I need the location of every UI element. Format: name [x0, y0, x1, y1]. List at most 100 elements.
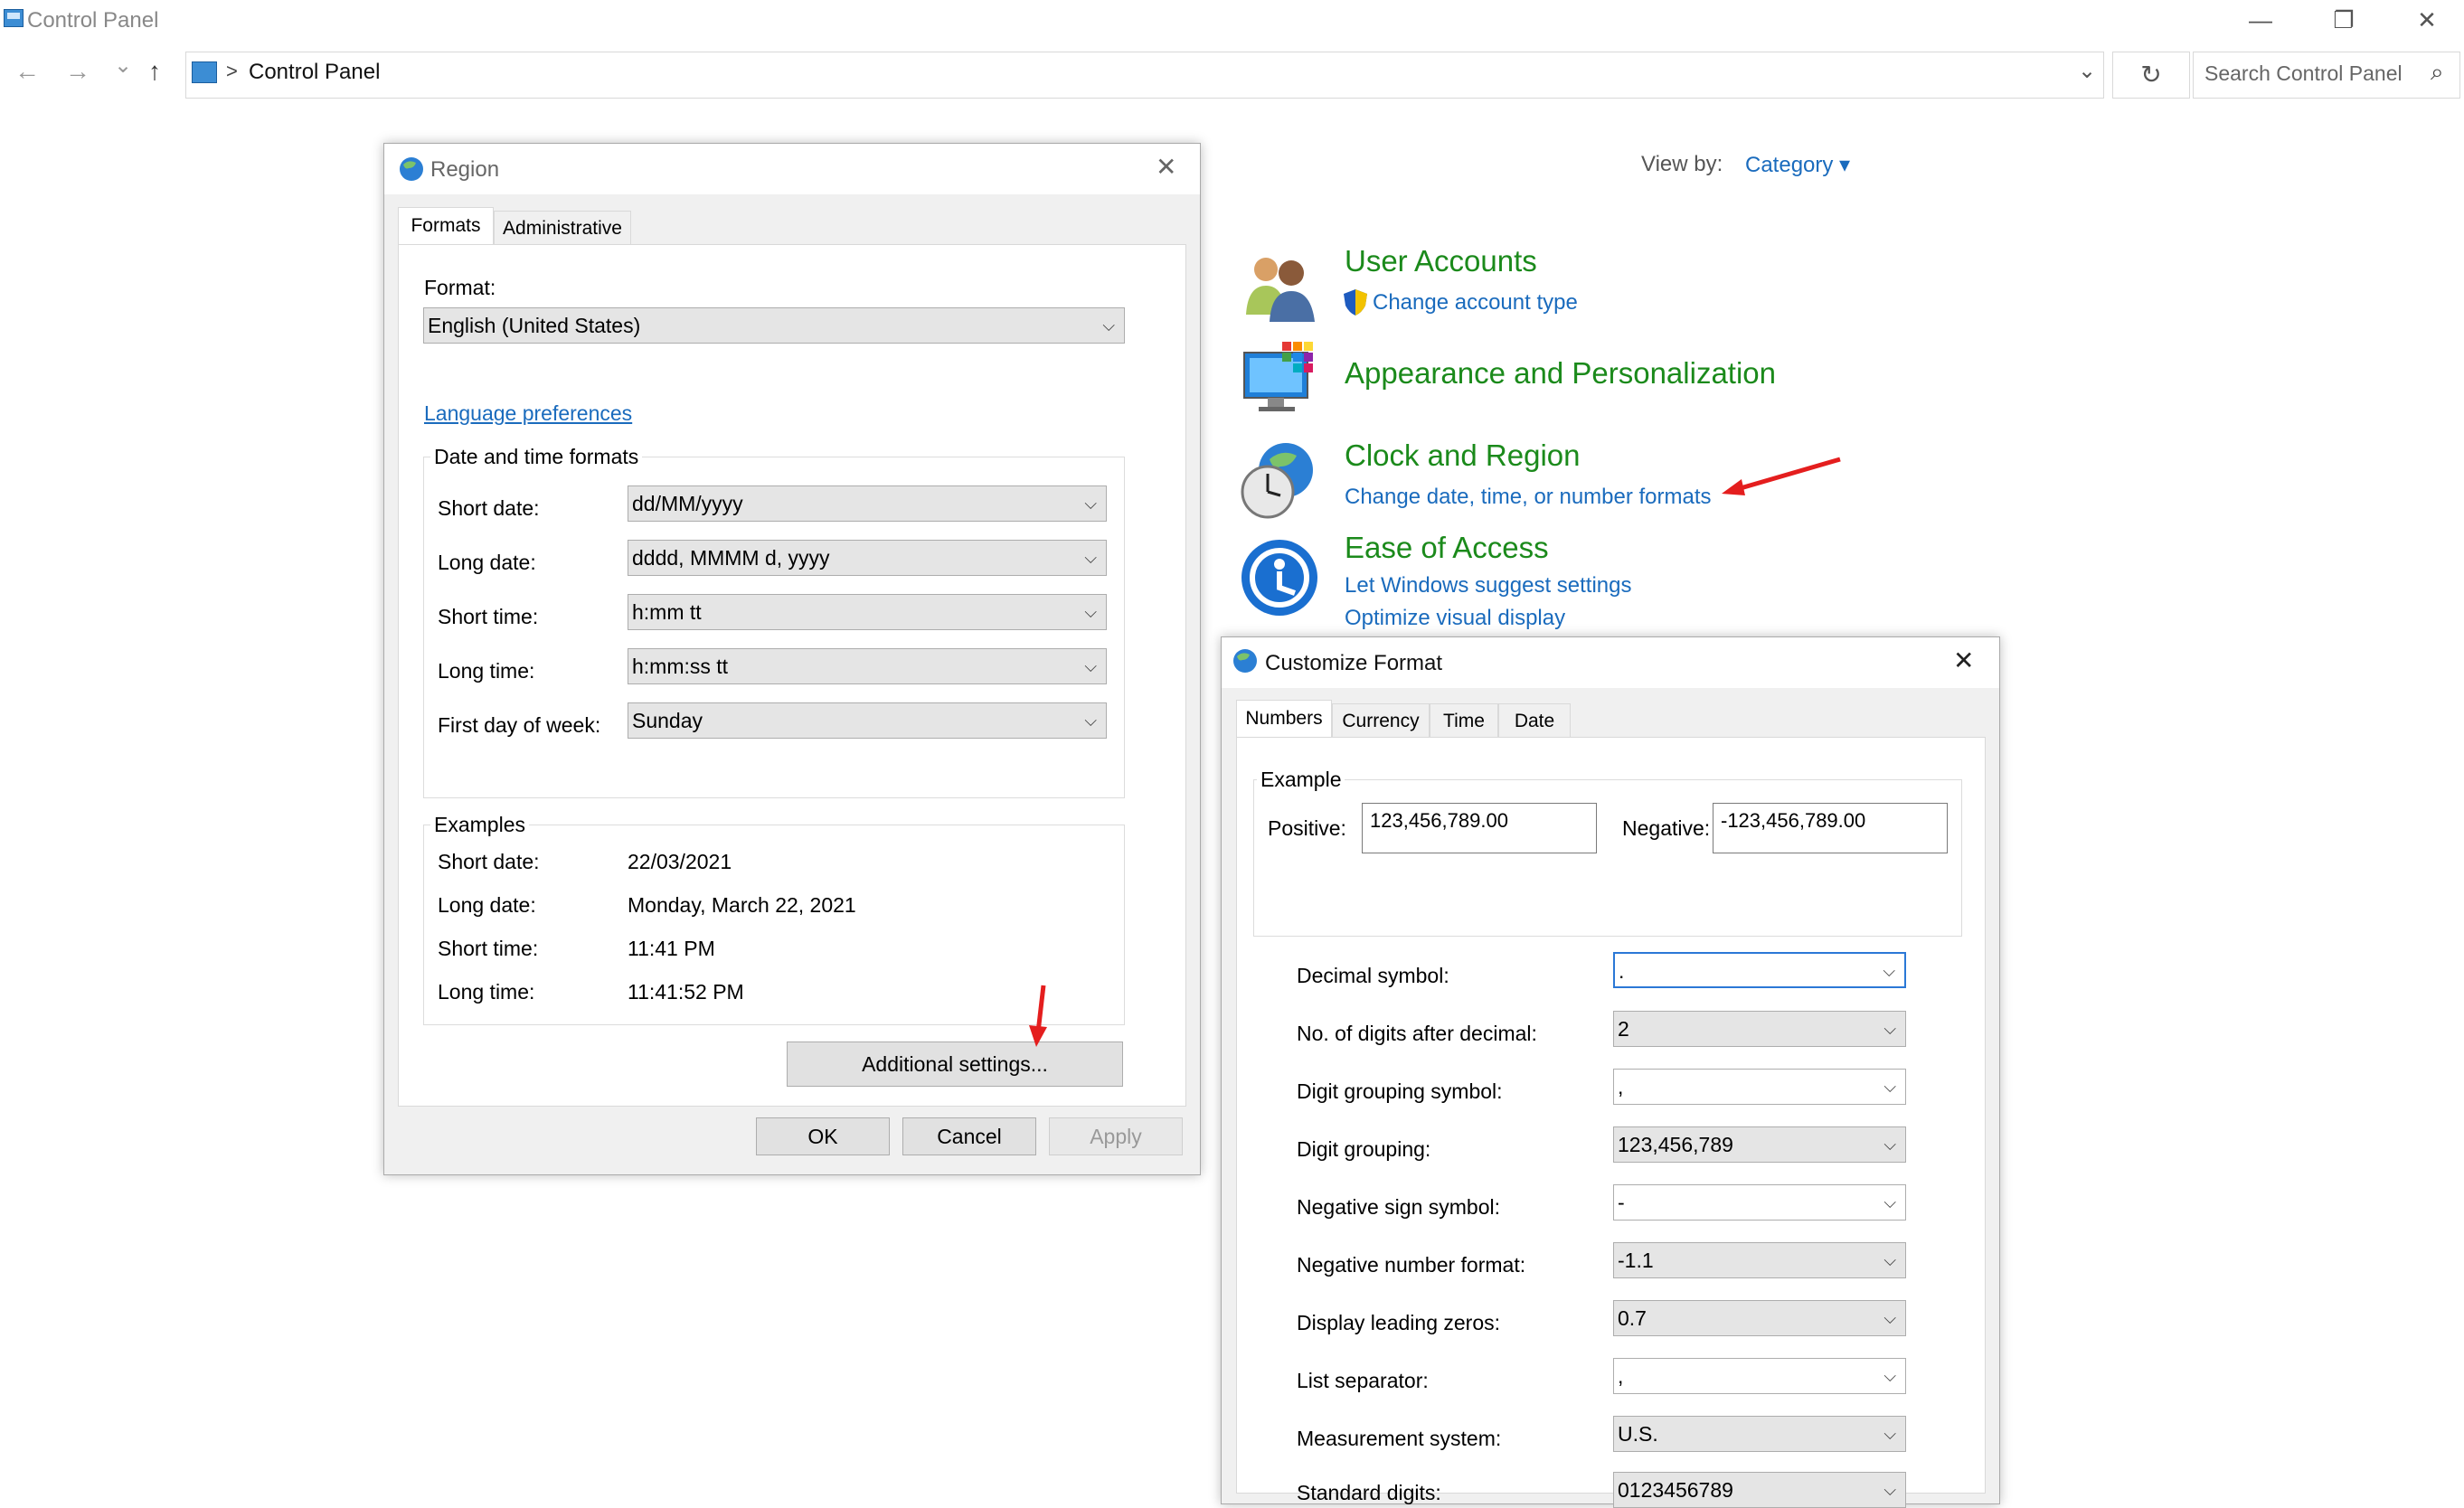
- long-time-dropdown[interactable]: h:mm:ss tt ⌵: [628, 648, 1107, 684]
- format-dropdown[interactable]: English (United States) ⌵: [423, 307, 1125, 344]
- chevron-down-icon: ⌵: [1084, 549, 1097, 567]
- digit-grouping-symbol-dropdown[interactable]: , ⌵: [1613, 1069, 1906, 1105]
- region-dialog-titlebar: [384, 144, 1200, 194]
- tab-formats[interactable]: Formats: [398, 207, 494, 245]
- digits-after-decimal-dropdown[interactable]: 2 ⌵: [1613, 1011, 1906, 1047]
- tab-currency[interactable]: Currency: [1332, 703, 1430, 738]
- clock-region-icon[interactable]: [1237, 439, 1318, 521]
- category-user-accounts[interactable]: User Accounts: [1345, 244, 1537, 278]
- examples-heading: Examples: [430, 813, 529, 837]
- decimal-symbol-value: .: [1619, 959, 1625, 983]
- leading-zeros-label: Display leading zeros:: [1297, 1311, 1501, 1334]
- first-day-label: First day of week:: [438, 713, 601, 737]
- view-by-label: View by:: [1641, 152, 1723, 176]
- language-preferences-link[interactable]: Language preferences: [424, 401, 632, 426]
- address-bar[interactable]: [185, 52, 2104, 99]
- user-accounts-icon[interactable]: [1239, 246, 1320, 327]
- chevron-down-icon: ⌵: [1883, 1367, 1896, 1385]
- region-dialog-title: Region: [430, 157, 500, 182]
- short-date-value: dd/MM/yyyy: [632, 492, 743, 515]
- additional-settings-button[interactable]: Additional settings...: [787, 1041, 1123, 1087]
- short-date-dropdown[interactable]: dd/MM/yyyy ⌵: [628, 485, 1107, 522]
- search-icon[interactable]: ⌕: [2431, 58, 2444, 87]
- forward-button[interactable]: →: [65, 57, 90, 86]
- list-separator-value: ,: [1618, 1364, 1624, 1388]
- negative-sign-symbol-label: Negative sign symbol:: [1297, 1195, 1500, 1219]
- link-change-account-type[interactable]: Change account type: [1373, 290, 1578, 316]
- example-short-date-label: Short date:: [438, 850, 540, 873]
- minimize-button[interactable]: —: [2224, 4, 2297, 36]
- ok-button[interactable]: OK: [756, 1117, 890, 1155]
- tab-numbers[interactable]: Numbers: [1236, 700, 1332, 738]
- decimal-symbol-dropdown[interactable]: . ⌵: [1613, 952, 1906, 988]
- example-short-time-label: Short time:: [438, 937, 539, 960]
- chevron-right-icon[interactable]: >: [226, 60, 238, 83]
- chevron-down-icon: ⌵: [1084, 712, 1097, 730]
- short-time-label: Short time:: [438, 605, 539, 628]
- restore-button[interactable]: ❐: [2308, 4, 2380, 36]
- long-date-dropdown[interactable]: dddd, MMMM d, yyyy ⌵: [628, 540, 1107, 576]
- apply-button[interactable]: Apply: [1049, 1117, 1183, 1155]
- refresh-button[interactable]: ↻: [2112, 52, 2190, 99]
- annotation-arrow-icon: [1722, 457, 1841, 495]
- short-time-value: h:mm tt: [632, 600, 702, 624]
- category-clock-region[interactable]: Clock and Region: [1345, 438, 1581, 473]
- digit-grouping-label: Digit grouping:: [1297, 1137, 1431, 1161]
- tab-administrative[interactable]: Administrative: [494, 211, 631, 245]
- list-separator-dropdown[interactable]: , ⌵: [1613, 1358, 1906, 1394]
- short-time-dropdown[interactable]: h:mm tt ⌵: [628, 594, 1107, 630]
- chevron-down-icon: ⌵: [1084, 495, 1097, 513]
- cancel-button[interactable]: Cancel: [902, 1117, 1036, 1155]
- customize-format-title: Customize Format: [1265, 651, 1443, 675]
- chevron-down-icon: ⌵: [1883, 1020, 1896, 1038]
- link-optimize-visual-display[interactable]: Optimize visual display: [1345, 606, 1565, 631]
- tab-date[interactable]: Date: [1498, 703, 1571, 738]
- example-long-time-label: Long time:: [438, 980, 535, 1004]
- long-time-value: h:mm:ss tt: [632, 655, 729, 678]
- negative-number-format-label: Negative number format:: [1297, 1253, 1526, 1277]
- digit-grouping-dropdown[interactable]: 123,456,789 ⌵: [1613, 1126, 1906, 1163]
- chevron-down-icon: ⌵: [1883, 1481, 1896, 1499]
- globe-icon: [1233, 649, 1257, 673]
- negative-number-format-dropdown[interactable]: -1.1 ⌵: [1613, 1242, 1906, 1278]
- standard-digits-dropdown[interactable]: 0123456789 ⌵: [1613, 1472, 1906, 1508]
- appearance-icon[interactable]: [1241, 340, 1322, 421]
- category-appearance-personalization[interactable]: Appearance and Personalization: [1345, 356, 1776, 391]
- ease-of-access-icon[interactable]: [1239, 537, 1320, 618]
- view-by-dropdown[interactable]: Category ▾: [1745, 152, 1850, 178]
- chevron-down-icon[interactable]: ⌄: [2078, 58, 2096, 84]
- measurement-system-dropdown[interactable]: U.S. ⌵: [1613, 1416, 1906, 1452]
- leading-zeros-dropdown[interactable]: 0.7 ⌵: [1613, 1300, 1906, 1336]
- first-day-dropdown[interactable]: Sunday ⌵: [628, 702, 1107, 739]
- date-time-formats-heading: Date and time formats: [430, 445, 643, 469]
- negative-sign-symbol-dropdown[interactable]: - ⌵: [1613, 1184, 1906, 1221]
- tab-time[interactable]: Time: [1430, 703, 1498, 738]
- up-button[interactable]: ↑: [148, 57, 161, 86]
- chevron-down-icon: ⌵: [1883, 1309, 1896, 1327]
- customize-close-button[interactable]: ✕: [1953, 646, 1974, 675]
- chevron-down-icon: ⌵: [1084, 657, 1097, 675]
- shield-icon: [1344, 289, 1367, 316]
- recent-locations-button[interactable]: ⌄: [114, 52, 132, 79]
- region-close-button[interactable]: ✕: [1156, 152, 1176, 182]
- format-value: English (United States): [428, 314, 641, 337]
- link-let-windows-suggest-settings[interactable]: Let Windows suggest settings: [1345, 573, 1632, 598]
- link-change-date-time-number-formats[interactable]: Change date, time, or number formats: [1345, 485, 1712, 510]
- example-short-time-value: 11:41 PM: [628, 937, 715, 960]
- negative-number-format-value: -1.1: [1618, 1249, 1654, 1272]
- window-title: Control Panel: [27, 8, 159, 33]
- chevron-down-icon: ⌵: [1883, 1136, 1896, 1154]
- title-bar: [0, 0, 2464, 42]
- digit-grouping-value: 123,456,789: [1618, 1133, 1733, 1156]
- format-label: Format:: [424, 276, 496, 299]
- close-button[interactable]: ✕: [2391, 4, 2463, 36]
- search-placeholder[interactable]: Search Control Panel: [2204, 61, 2403, 86]
- negative-label: Negative:: [1622, 816, 1711, 840]
- chevron-down-icon: ⌵: [1102, 316, 1115, 335]
- back-button[interactable]: ←: [14, 57, 40, 86]
- breadcrumb[interactable]: Control Panel: [249, 60, 380, 85]
- standard-digits-value: 0123456789: [1618, 1478, 1733, 1502]
- control-panel-icon: [4, 9, 24, 27]
- leading-zeros-value: 0.7: [1618, 1306, 1647, 1330]
- category-ease-of-access[interactable]: Ease of Access: [1345, 531, 1549, 565]
